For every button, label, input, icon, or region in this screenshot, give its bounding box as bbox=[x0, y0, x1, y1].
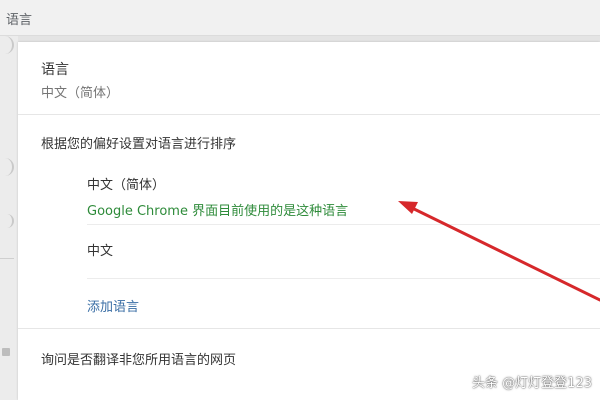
language-list-item[interactable]: 中文（简体） Google Chrome 界面目前使用的是这种语言 bbox=[87, 162, 600, 222]
partial-sidebar-icon bbox=[2, 214, 14, 228]
language-settings-card: 语言 中文（简体） 根据您的偏好设置对语言进行排序 中文（简体） Google … bbox=[18, 42, 600, 400]
gutter-divider bbox=[0, 258, 14, 259]
language-list-item[interactable]: 中文 bbox=[87, 222, 600, 278]
language-order-heading: 根据您的偏好设置对语言进行排序 bbox=[41, 137, 237, 152]
partial-sidebar-icon bbox=[2, 158, 14, 176]
list-divider bbox=[87, 278, 600, 279]
translate-offer-setting[interactable]: 询问是否翻译非您所用语言的网页 bbox=[41, 349, 236, 368]
section-title: 语言 bbox=[6, 13, 33, 28]
top-strip: 语言 bbox=[0, 0, 600, 36]
language-item-name: 中文（简体） bbox=[87, 178, 166, 193]
ui-language-note: Google Chrome 界面目前使用的是这种语言 bbox=[87, 204, 349, 219]
left-gutter bbox=[0, 36, 18, 400]
section-divider bbox=[18, 328, 600, 329]
language-list: 中文（简体） Google Chrome 界面目前使用的是这种语言 中文 添加语… bbox=[87, 162, 600, 327]
language-item-name: 中文 bbox=[87, 244, 114, 259]
watermark-text: 头条 @灯灯登登123 bbox=[472, 376, 592, 391]
partial-sidebar-icon bbox=[2, 36, 14, 54]
language-label: 语言 bbox=[41, 62, 69, 78]
partial-sidebar-icon bbox=[2, 348, 10, 356]
current-language-value: 中文（简体） bbox=[41, 86, 120, 101]
section-divider bbox=[18, 114, 600, 115]
add-language-link[interactable]: 添加语言 bbox=[87, 296, 139, 315]
